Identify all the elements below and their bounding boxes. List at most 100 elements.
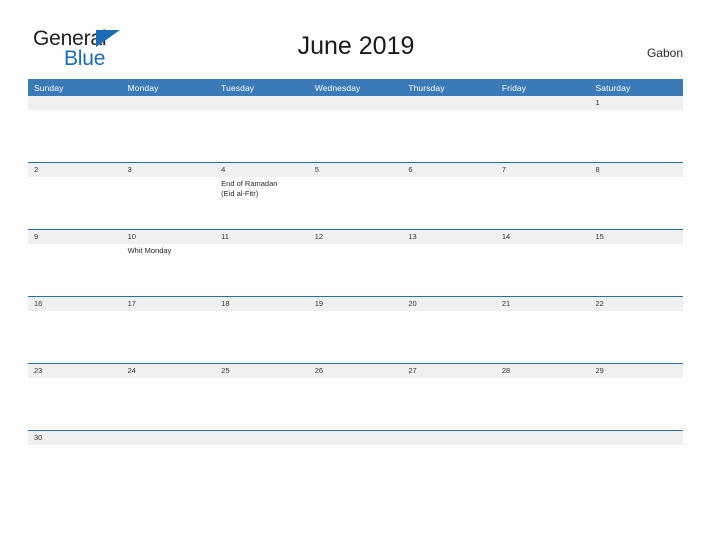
day-number[interactable]: 22 xyxy=(589,297,683,311)
page-title: June 2019 xyxy=(297,32,415,60)
country-label: Gabon xyxy=(646,46,683,60)
day-number[interactable]: 11 xyxy=(215,230,309,244)
day-number[interactable]: 27 xyxy=(402,364,496,378)
day-cell[interactable] xyxy=(122,177,216,229)
day-cell[interactable] xyxy=(496,244,590,296)
day-cell[interactable] xyxy=(402,378,496,430)
day-number[interactable]: 1 xyxy=(589,96,683,110)
day-cell[interactable]: End of Ramadan (Eid al-Fitr) xyxy=(215,177,309,229)
week-date-band: 9 10 11 12 13 14 15 xyxy=(28,230,683,244)
day-cell[interactable] xyxy=(589,244,683,296)
day-cell[interactable] xyxy=(309,311,403,363)
day-number[interactable]: 20 xyxy=(402,297,496,311)
day-cell[interactable] xyxy=(589,311,683,363)
weekday-tuesday: Tuesday xyxy=(221,82,255,93)
calendar-week-row: 30 xyxy=(28,430,683,497)
day-cell[interactable] xyxy=(496,177,590,229)
day-number[interactable]: 19 xyxy=(309,297,403,311)
day-number[interactable]: 10 xyxy=(122,230,216,244)
day-number[interactable]: 6 xyxy=(402,163,496,177)
week-event-band: End of Ramadan (Eid al-Fitr) xyxy=(28,177,683,229)
week-date-band: 16 17 18 19 20 21 22 xyxy=(28,297,683,311)
day-number[interactable]: 8 xyxy=(589,163,683,177)
day-cell[interactable] xyxy=(28,244,122,296)
day-number[interactable]: 29 xyxy=(589,364,683,378)
holiday-event-line: End of Ramadan xyxy=(221,179,278,188)
day-cell[interactable]: Whit Monday xyxy=(122,244,216,296)
day-cell[interactable] xyxy=(589,110,683,162)
day-cell xyxy=(402,110,496,162)
week-date-band: 1 xyxy=(28,96,683,110)
day-number[interactable]: 13 xyxy=(402,230,496,244)
day-cell[interactable] xyxy=(122,311,216,363)
day-number[interactable]: 26 xyxy=(309,364,403,378)
day-number[interactable]: 4 xyxy=(215,163,309,177)
day-cell xyxy=(122,110,216,162)
day-cell xyxy=(122,445,216,497)
weekday-sunday: Sunday xyxy=(34,82,64,93)
day-cell xyxy=(28,110,122,162)
weekday-thursday: Thursday xyxy=(408,82,445,93)
day-number[interactable]: 5 xyxy=(309,163,403,177)
holiday-event-line: (Eid al-Fitr) xyxy=(221,189,259,198)
calendar-week-row: 23 24 25 26 27 28 29 xyxy=(28,363,683,430)
day-cell xyxy=(496,445,590,497)
day-cell[interactable] xyxy=(402,311,496,363)
day-cell[interactable] xyxy=(402,177,496,229)
day-cell[interactable] xyxy=(309,244,403,296)
day-cell xyxy=(589,445,683,497)
day-cell xyxy=(402,445,496,497)
day-number[interactable]: 2 xyxy=(28,163,122,177)
day-number[interactable]: 25 xyxy=(215,364,309,378)
day-cell[interactable] xyxy=(496,378,590,430)
day-number[interactable]: 15 xyxy=(589,230,683,244)
weekday-wednesday: Wednesday xyxy=(314,82,361,93)
day-cell[interactable] xyxy=(589,378,683,430)
week-event-band: Whit Monday xyxy=(28,244,683,296)
day-cell[interactable] xyxy=(28,311,122,363)
day-number[interactable]: 21 xyxy=(496,297,590,311)
day-number[interactable]: 30 xyxy=(28,431,122,445)
day-number[interactable]: 16 xyxy=(28,297,122,311)
week-event-band xyxy=(28,445,683,497)
day-cell xyxy=(309,445,403,497)
weekday-saturday: Saturday xyxy=(595,82,631,93)
day-cell xyxy=(496,110,590,162)
day-cell[interactable] xyxy=(589,177,683,229)
week-date-band: 23 24 25 26 27 28 29 xyxy=(28,364,683,378)
day-cell xyxy=(215,445,309,497)
day-cell[interactable] xyxy=(215,244,309,296)
weekday-header-row: Sunday Monday Tuesday Wednesday Thursday… xyxy=(28,79,683,96)
day-cell[interactable] xyxy=(496,311,590,363)
day-number[interactable]: 12 xyxy=(309,230,403,244)
day-cell[interactable] xyxy=(402,244,496,296)
day-number[interactable]: 17 xyxy=(122,297,216,311)
day-cell[interactable] xyxy=(28,378,122,430)
day-cell[interactable] xyxy=(28,177,122,229)
day-cell[interactable] xyxy=(122,378,216,430)
day-number[interactable]: 23 xyxy=(28,364,122,378)
calendar-page: General Blue June 2019 Gabon Sunday Mond… xyxy=(0,0,712,550)
day-number[interactable]: 28 xyxy=(496,364,590,378)
day-cell[interactable] xyxy=(28,445,122,497)
week-event-band xyxy=(28,378,683,430)
calendar-week-row: 2 3 4 5 6 7 8 End of Ramadan (Eid al-Fitr) xyxy=(28,162,683,229)
day-number[interactable]: 18 xyxy=(215,297,309,311)
day-number[interactable]: 3 xyxy=(122,163,216,177)
day-cell[interactable] xyxy=(309,378,403,430)
week-date-band: 2345678 xyxy=(28,163,683,177)
day-number[interactable]: 7 xyxy=(496,163,590,177)
day-number[interactable]: 9 xyxy=(28,230,122,244)
weekday-friday: Friday xyxy=(501,82,527,93)
holiday-event-line: Whit Monday xyxy=(127,246,172,255)
day-cell xyxy=(215,110,309,162)
day-cell xyxy=(309,110,403,162)
weekday-monday: Monday xyxy=(127,82,159,93)
calendar-week-row: 9 10 11 12 13 14 15 Whit Monday xyxy=(28,229,683,296)
day-number[interactable]: 14 xyxy=(496,230,590,244)
day-number[interactable]: 24 xyxy=(122,364,216,378)
calendar-grid: Sunday Monday Tuesday Wednesday Thursday… xyxy=(28,79,683,497)
day-cell[interactable] xyxy=(309,177,403,229)
day-cell[interactable] xyxy=(215,311,309,363)
day-cell[interactable] xyxy=(215,378,309,430)
